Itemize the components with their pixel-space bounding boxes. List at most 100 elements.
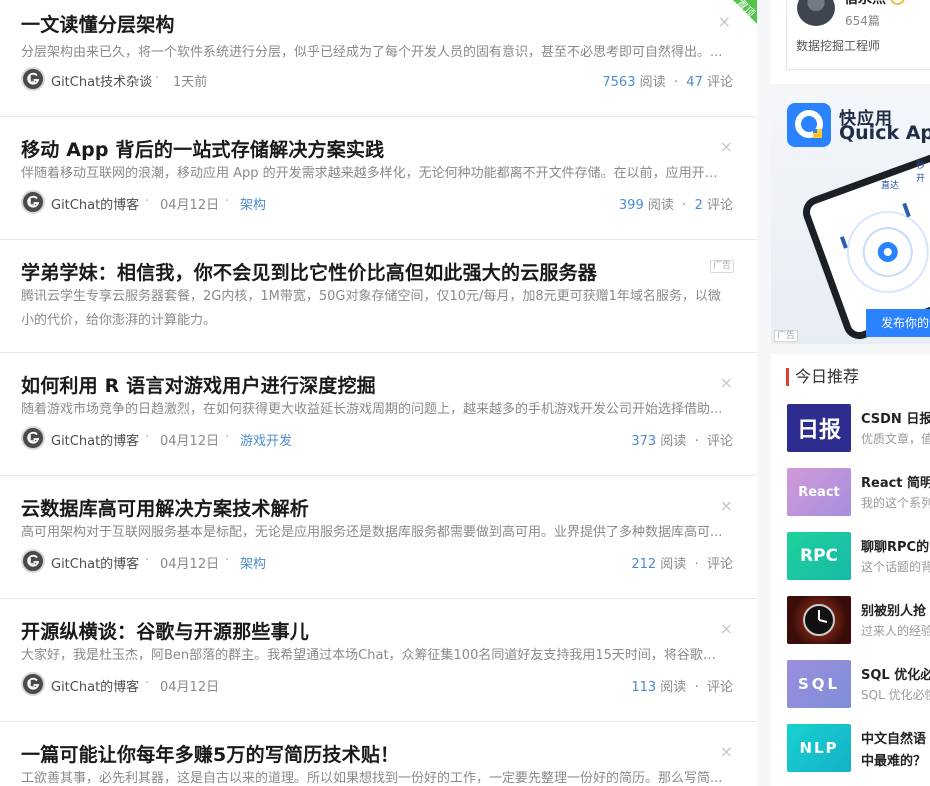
recommend-item[interactable]: 别被别人抢 过来人的经验 [787,596,930,644]
article-summary: 随着游戏市场竞争的日趋激烈，在如何获得更大收益延长游戏周期的问题上，越来越多的手… [21,402,723,417]
quick-app-logo-icon [787,103,831,147]
recommend-title[interactable]: 聊聊RPC的 [861,536,929,555]
article-meta: GitChat技术杂谈 · 1天前 7563 阅读 · 47 评论 [21,67,733,91]
feed-item[interactable]: 一文读懂分层架构 分层架构由来已久，将一个软件系统进行分层，似乎已经成为了每个开… [0,0,757,117]
feed-item[interactable]: 开源纵横谈：谷歌与开源那些事儿 大家好，我是杜玉杰，阿Ben部落的群主。我希望通… [0,599,757,722]
nlp-thumbnail[interactable]: NLP [787,724,851,772]
category-tag[interactable]: 架构 [240,553,266,572]
read-label: 阅读 [647,198,674,213]
feed-item[interactable]: 移动 App 背后的一站式存储解决方案实践 伴随着移动互联网的浪潮，移动应用 A… [0,117,757,240]
comment-label[interactable]: 评论 [707,434,733,449]
close-icon[interactable]: × [720,139,733,155]
map-illustration [839,202,929,294]
react-thumbnail[interactable]: React [787,468,851,516]
recommend-desc: 我的这个系列 [861,496,930,510]
read-count: 7563 [602,75,636,90]
article-title[interactable]: 云数据库高可用解决方案技术解析 [21,494,309,521]
article-meta: GitChat的博客 · 04月12日 113 阅读 · 评论 [21,672,733,696]
clock-thumbnail[interactable] [787,596,851,644]
feed-item[interactable]: 一篇可能让你每年多赚5万的写简历技术贴！ 工欲善其事，必先利其器，这是自古以来的… [0,722,757,786]
map-label: 秒开 [916,161,926,184]
article-summary: 工欲善其事，必先利其器，这是自古以来的道理。所以如果想找到一份好的工作，一定要先… [21,771,723,786]
daily-report-thumbnail[interactable]: 日报 [787,404,851,452]
post-date: 04月12日 [160,680,220,695]
recommend-desc: 这个话题的背 [861,560,930,574]
recommend-desc: 过来人的经验 [861,624,930,638]
article-title[interactable]: 移动 App 背后的一站式存储解决方案实践 [21,135,384,162]
author-name[interactable]: GitChat的博客 [51,194,139,213]
article-meta: GitChat的博客 · 04月12日 · 游戏开发 373 阅读 · 评论 [21,426,733,450]
author-avatar[interactable] [21,549,45,573]
ad-summary: 腾讯云学生专享云服务器套餐，2G内核，1M带宽，50G对象存储空间，仅10元/每… [21,289,721,328]
post-date: 1天前 [173,75,208,90]
recommend-item[interactable]: React React 简明 我的这个系列 [787,468,930,516]
author-avatar[interactable] [21,67,45,91]
sponsored-item[interactable]: 学弟学妹：相信我，你不会见到比它性价比高但如此强大的云服务器 腾讯云学生专享云服… [0,240,757,353]
comment-label[interactable]: 评论 [707,75,733,90]
gitchat-logo-icon [27,554,40,567]
sql-thumbnail[interactable]: SQL [787,660,851,708]
right-sidebar: 宿永杰 G 654篇 数据挖掘工程师 快应用 Quick App [771,0,930,786]
separator-dot: · [225,553,230,568]
recommend-desc: SQL 优化必懂 [861,688,930,702]
recommend-title[interactable]: SQL 优化必 [861,664,930,683]
author-name[interactable]: GitChat技术杂谈 [51,71,152,90]
recommend-desc: 优质文章，值 [861,432,930,446]
article-summary: 伴随着移动互联网的浪潮，移动应用 App 的开发需求越来越多样化，无论何种功能都… [21,166,723,181]
recommend-title-line2[interactable]: 中最难的？ [861,750,926,769]
article-title[interactable]: 一篇可能让你每年多赚5万的写简历技术贴！ [21,740,399,767]
author-photo[interactable] [797,0,835,26]
read-count: 212 [631,557,657,572]
post-date: 04月12日 [160,198,220,213]
recommend-title[interactable]: CSDN 日报 [861,408,930,427]
close-icon[interactable]: × [720,621,733,637]
article-title[interactable]: 一文读懂分层架构 [21,10,175,37]
recommend-item[interactable]: 日报 CSDN 日报 优质文章，值 [787,404,930,452]
close-icon[interactable]: × [720,375,733,391]
comment-label[interactable]: 评论 [707,198,733,213]
article-title[interactable]: 如何利用 R 语言对游戏用户进行深度挖掘 [21,371,376,398]
recommend-item[interactable]: SQL SQL 优化必 SQL 优化必懂 [787,660,930,708]
article-stats: 212 阅读 · 评论 [631,557,733,572]
ad-badge: 广告 [709,260,734,273]
article-meta: GitChat的博客 · 04月12日 · 架构 212 阅读 · 评论 [21,549,733,573]
author-name[interactable]: 宿永杰 [844,0,886,8]
read-count: 373 [631,434,657,449]
author-avatar[interactable] [21,672,45,696]
recommend-title[interactable]: 中文自然语 [861,728,926,747]
separator-dot: · [145,430,150,445]
author-name[interactable]: GitChat的博客 [51,676,139,695]
category-tag[interactable]: 游戏开发 [240,430,292,449]
comment-label[interactable]: 评论 [707,557,733,572]
recommend-panel: 今日推荐 日报 CSDN 日报 优质文章，值 React React 简明 我的… [771,354,930,786]
read-label: 阅读 [660,680,687,695]
post-date: 04月12日 [160,557,220,572]
publish-cta-button[interactable]: 发布你的快 [866,309,930,337]
recommend-item[interactable]: RPC 聊聊RPC的 这个话题的背 [787,532,930,580]
read-count: 399 [618,198,644,213]
author-name[interactable]: GitChat的博客 [51,553,139,572]
recommend-title[interactable]: React 简明 [861,472,930,491]
separator-dot: · [225,430,230,445]
recommend-title[interactable]: 别被别人抢 [861,600,926,619]
comment-count: 2 [694,198,703,213]
close-icon[interactable]: × [720,498,733,514]
recommend-item[interactable]: NLP 中文自然语 中最难的？ [787,724,930,772]
ad-title[interactable]: 学弟学妹：相信我，你不会见到比它性价比高但如此强大的云服务器 [21,258,597,285]
author-name[interactable]: GitChat的博客 [51,430,139,449]
quick-app-ad-banner[interactable]: 快应用 Quick App 秒开 直达 发布你的快 广告 [771,94,930,344]
feed-item[interactable]: 如何利用 R 语言对游戏用户进行深度挖掘 随着游戏市场竞争的日趋激烈，在如何获得… [0,353,757,476]
rpc-thumbnail[interactable]: RPC [787,532,851,580]
close-icon[interactable]: × [720,744,733,760]
author-avatar[interactable] [21,426,45,450]
page: 一文读懂分层架构 分层架构由来已久，将一个软件系统进行分层，似乎已经成为了每个开… [0,0,930,786]
feed-item[interactable]: 云数据库高可用解决方案技术解析 高可用架构对于互联网服务基本是标配，无论是应用服… [0,476,757,599]
article-meta: GitChat的博客 · 04月12日 · 架构 399 阅读 · 2 评论 [21,190,733,214]
category-tag[interactable]: 架构 [240,194,266,213]
author-profile[interactable]: 宿永杰 G 654篇 数据挖掘工程师 [786,0,930,70]
comment-label[interactable]: 评论 [707,680,733,695]
ad-badge: 广告 [774,330,799,342]
article-title[interactable]: 开源纵横谈：谷歌与开源那些事儿 [21,617,309,644]
read-label: 阅读 [639,75,666,90]
author-avatar[interactable] [21,190,45,214]
